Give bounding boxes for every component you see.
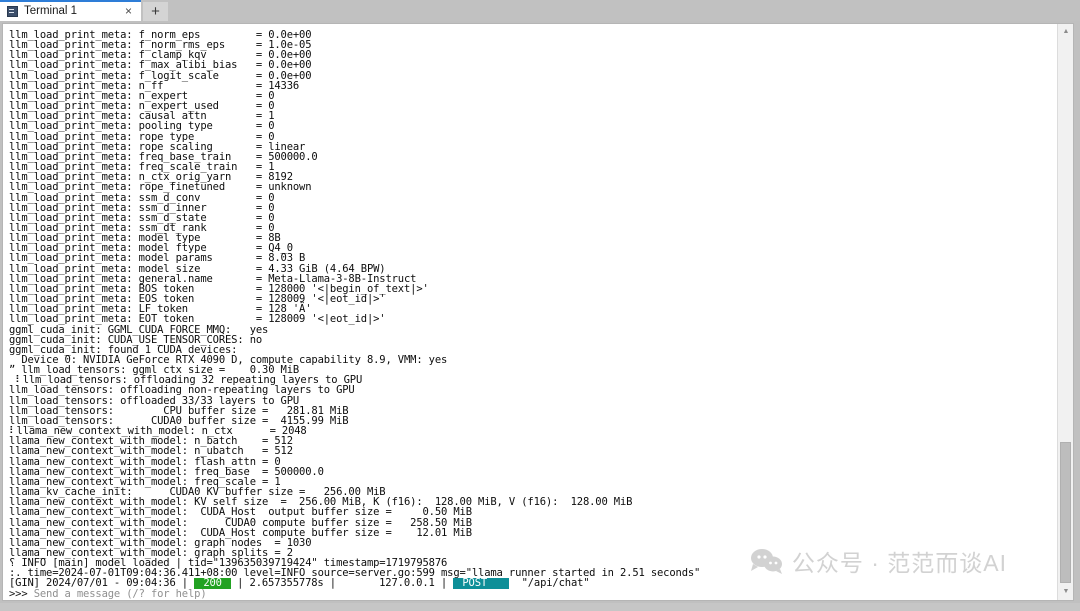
- prompt-placeholder: Send a message (/? for help): [33, 587, 207, 600]
- gin-client-ip: 127.0.0.1 |: [379, 577, 454, 590]
- prompt-line[interactable]: >>> Send a message (/? for help): [9, 587, 1056, 600]
- scroll-up-icon[interactable]: ▲: [1058, 24, 1073, 40]
- terminal-line: llm_load_print_meta: EOT token = 128009 …: [9, 313, 386, 326]
- tab-strip: Terminal 1 × +: [0, 0, 1080, 21]
- prompt-arrows: >>>: [9, 587, 34, 600]
- gin-path: "/api/chat": [509, 577, 590, 590]
- close-icon[interactable]: ×: [120, 2, 137, 21]
- terminal-output: llm_load_print_meta: f_norm_eps = 0.0e+0…: [9, 30, 1056, 599]
- gin-duration: | 2.657355778s |: [231, 577, 380, 590]
- method-badge: POST: [453, 578, 510, 589]
- terminal-line: llm_load_print_meta: rope_finetuned = un…: [9, 181, 312, 194]
- tab-title: Terminal 1: [24, 5, 78, 17]
- scroll-down-icon[interactable]: ▼: [1058, 584, 1073, 600]
- window-bottom-strip: [0, 603, 1080, 611]
- terminal-line: llama_new_context_with_model: CUDA_Host …: [9, 506, 472, 519]
- vertical-scrollbar[interactable]: ▲ ▼: [1057, 24, 1073, 600]
- terminal-panel: llm_load_print_meta: f_norm_eps = 0.0e+0…: [2, 23, 1074, 601]
- terminal-window: Terminal 1 × + llm_load_print_meta: f_no…: [0, 0, 1080, 611]
- terminal-scroll-area[interactable]: llm_load_print_meta: f_norm_eps = 0.0e+0…: [3, 24, 1056, 600]
- scrollbar-thumb[interactable]: [1060, 442, 1071, 583]
- tab-terminal-1[interactable]: Terminal 1 ×: [0, 0, 141, 21]
- terminal-icon: [7, 6, 18, 17]
- new-tab-button[interactable]: +: [143, 2, 168, 21]
